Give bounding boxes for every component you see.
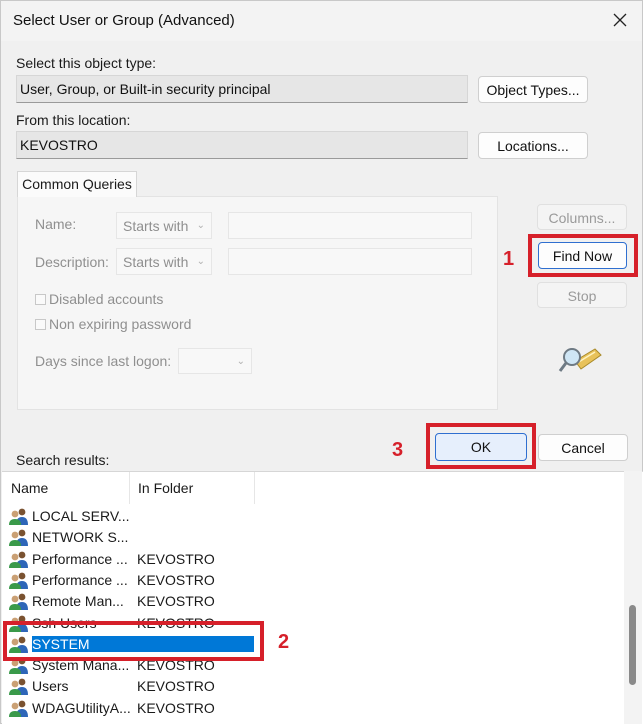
row-name: Remote Man... [32,593,124,610]
row-name: LOCAL SERV... [32,508,130,524]
table-row[interactable]: Performance ... KEVOSTRO [2,549,622,570]
tab-common-queries[interactable]: Common Queries [17,171,137,197]
row-folder: KEVOSTRO [137,593,215,610]
title-bar: Select User or Group (Advanced) [1,1,642,41]
location-field: KEVOSTRO [16,131,468,159]
table-row[interactable]: LOCAL SERV... [2,506,622,527]
group-users-icon [8,677,30,696]
highlight-ok [426,423,536,469]
highlight-system-row [3,621,264,661]
description-mode-select: Starts with ⌄ [116,248,212,275]
name-mode-value: Starts with [123,218,189,234]
highlight-find-now [528,234,638,277]
row-name: Performance ... [32,550,128,567]
cancel-button[interactable]: Cancel [538,434,628,461]
group-users-icon [8,699,30,718]
row-folder: KEVOSTRO [137,571,215,588]
search-results-label: Search results: [16,452,110,468]
disabled-accounts-label: Disabled accounts [49,291,164,307]
common-queries-panel: Name: Starts with ⌄ Description: Starts … [17,196,498,410]
description-label: Description: [35,254,109,270]
chevron-down-icon: ⌄ [196,256,205,267]
object-type-field: User, Group, or Built-in security princi… [16,75,468,103]
columns-button: Columns... [537,204,627,230]
search-flashlight-icon [558,348,602,372]
annotation-step-1: 1 [503,248,515,270]
location-label: From this location: [16,112,131,128]
row-name: NETWORK S... [32,529,129,546]
chevron-down-icon: ⌄ [236,356,245,367]
name-input [228,212,472,239]
dialog-window: Select User or Group (Advanced) Select t… [0,0,643,724]
non-expiring-password-label: Non expiring password [49,316,192,332]
locations-button[interactable]: Locations... [478,132,588,159]
table-row[interactable]: Performance ... KEVOSTRO [2,570,622,591]
group-users-icon [8,571,30,590]
annotation-step-3: 3 [392,439,404,461]
disabled-accounts-checkbox [35,294,46,305]
row-folder: KEVOSTRO [137,678,215,695]
window-title: Select User or Group (Advanced) [13,12,235,29]
group-users-icon [8,550,30,569]
description-mode-value: Starts with [123,254,189,270]
days-since-logon-select: ⌄ [178,348,252,374]
table-row[interactable]: NETWORK S... [2,527,622,548]
object-types-button[interactable]: Object Types... [478,76,588,103]
row-name: WDAGUtilityA... [32,699,130,716]
annotation-step-2: 2 [278,631,290,653]
row-name: Performance ... [32,571,128,588]
scrollbar-thumb[interactable] [629,605,636,685]
close-icon[interactable] [610,10,630,30]
row-folder: KEVOSTRO [137,699,215,716]
row-folder: KEVOSTRO [137,550,215,567]
search-results-list[interactable]: Name In Folder LOCAL SERV... NETWORK S...… [2,471,643,724]
group-users-icon [8,507,30,526]
name-mode-select: Starts with ⌄ [116,212,212,239]
table-row[interactable]: Remote Man... KEVOSTRO [2,591,622,612]
group-users-icon [8,592,30,611]
non-expiring-password-checkbox [35,319,46,330]
days-since-logon-label: Days since last logon: [35,353,172,369]
column-header-name[interactable]: Name [2,472,130,504]
table-row[interactable]: Users KEVOSTRO [2,676,622,697]
results-scrollbar[interactable] [624,471,642,724]
name-label: Name: [35,216,77,232]
row-name: Users [32,678,69,695]
chevron-down-icon: ⌄ [196,220,205,231]
table-row[interactable]: WDAGUtilityA... KEVOSTRO [2,698,622,719]
object-type-label: Select this object type: [16,55,157,71]
stop-button: Stop [537,282,627,308]
description-input [228,248,472,275]
column-header-in-folder[interactable]: In Folder [129,472,255,504]
group-users-icon [8,528,30,547]
